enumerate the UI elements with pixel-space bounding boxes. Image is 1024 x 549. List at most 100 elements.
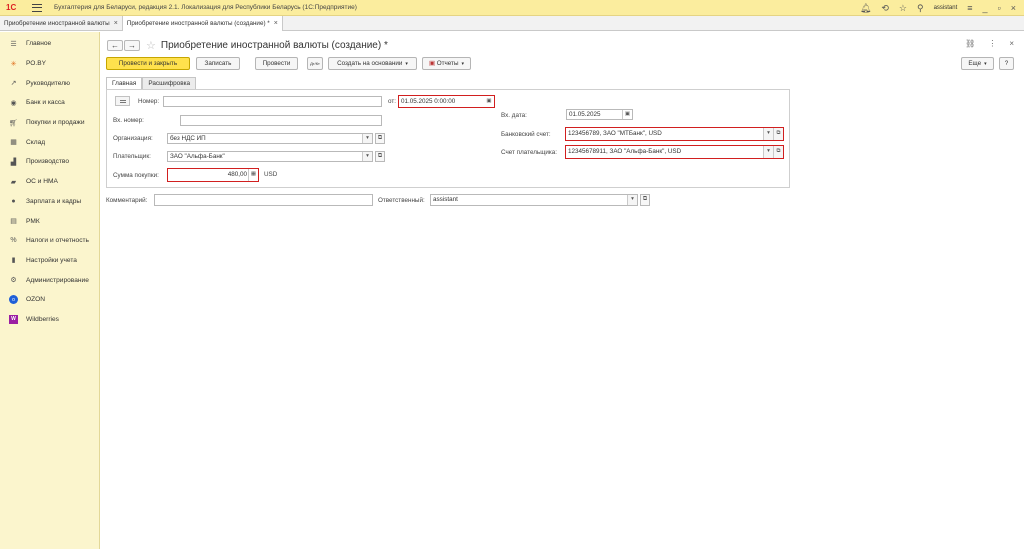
command-bar: Провести и закрыть Записать Провести Дт/…: [106, 57, 1016, 70]
open-organization-icon[interactable]: ⧉: [375, 133, 385, 144]
sidebar-item-taxes[interactable]: % Налоги и отчетность: [0, 231, 99, 251]
responsible-label: Ответственный:: [378, 197, 425, 204]
dropdown-icon[interactable]: ▾: [627, 195, 637, 205]
doc-tab-list[interactable]: Приобретение иностранной валюты ×: [0, 16, 123, 31]
open-responsible-icon[interactable]: ⧉: [640, 194, 650, 206]
chevron-down-icon: ▾: [984, 61, 987, 67]
calendar-icon[interactable]: ▣: [622, 110, 632, 119]
create-based-label: Создать на основании: [337, 60, 403, 67]
close-tab-icon[interactable]: ×: [114, 16, 118, 31]
menu-icon: ☰: [10, 40, 17, 48]
close-tab-icon[interactable]: ×: [274, 16, 278, 31]
sidebar-item-label: Wildberries: [26, 315, 59, 323]
sidebar-item-salary[interactable]: ● Зарплата и кадры: [0, 192, 99, 212]
tab-main[interactable]: Главная: [106, 77, 143, 89]
date-input[interactable]: 01.05.2025 0:00:00 ▣: [398, 95, 495, 108]
settings-menu-icon[interactable]: ≡: [967, 0, 972, 16]
dropdown-icon[interactable]: ▾: [763, 128, 773, 140]
bank-account-value: 123456789, ЗАО "МТБанк", USD: [568, 130, 662, 137]
sidebar-item-sales[interactable]: 🛒︎ Покупки и продажи: [0, 113, 99, 133]
amount-value: 480,00: [227, 171, 247, 178]
reports-button[interactable]: ▣ Отчеты ▾: [422, 57, 471, 70]
sidebar-item-settings[interactable]: ▮ Настройки учета: [0, 251, 99, 271]
more-label: Еще: [968, 60, 982, 67]
sidebar-item-production[interactable]: ▟ Производство: [0, 152, 99, 172]
help-button[interactable]: ?: [999, 57, 1014, 70]
sidebar-item-main[interactable]: ☰ Главное: [0, 34, 99, 54]
form-tabs: Главная Расшифровка: [106, 77, 197, 89]
sidebar-item-rmk[interactable]: ▤ РМК: [0, 211, 99, 231]
sidebar-item-label: РМК: [26, 217, 40, 225]
responsible-field[interactable]: assistant ▾: [430, 194, 638, 206]
dropdown-icon[interactable]: ▾: [362, 134, 372, 143]
back-button[interactable]: ←: [107, 39, 123, 51]
sidebar-item-ro-by[interactable]: ✳ РО.BY: [0, 54, 99, 74]
search-icon[interactable]: ⚲: [917, 0, 924, 16]
trend-icon: ↗: [10, 80, 17, 88]
sidebar-item-label: Склад: [26, 138, 46, 146]
organization-field[interactable]: без НДС ИП ▾: [167, 133, 373, 144]
history-icon[interactable]: ⟲: [881, 0, 889, 16]
dropdown-icon[interactable]: ▾: [362, 152, 372, 161]
comment-input[interactable]: [154, 194, 373, 206]
bank-icon: ◉: [10, 99, 17, 107]
person-icon: ●: [11, 197, 16, 205]
currency-label: USD: [264, 171, 278, 178]
in-number-input[interactable]: [180, 115, 382, 126]
payer-account-value: 12345678911, ЗАО "Альфа-Банк", USD: [568, 148, 682, 155]
link-icon[interactable]: ⛓: [965, 39, 975, 48]
main-menu-icon[interactable]: [32, 3, 42, 12]
responsible-value: assistant: [433, 196, 458, 203]
document-tabs: Приобретение иностранной валюты × Приобр…: [0, 16, 1024, 31]
doc-tab-label: Приобретение иностранной валюты (создани…: [126, 20, 270, 27]
sidebar-item-label: Настройки учета: [26, 256, 77, 264]
bank-account-field[interactable]: 123456789, ЗАО "МТБанк", USD ▾ ⧉: [565, 127, 784, 141]
payer-label: Плательщик:: [113, 153, 151, 160]
tab-details[interactable]: Расшифровка: [142, 77, 197, 89]
open-account-icon[interactable]: ⧉: [773, 128, 783, 140]
in-date-input[interactable]: 01.05.2025 ▣: [566, 109, 633, 120]
forward-button[interactable]: →: [124, 39, 140, 51]
chevron-down-icon: ▾: [405, 61, 408, 67]
restore-icon[interactable]: ▫: [998, 0, 1001, 16]
in-number-label: Вх. номер:: [113, 117, 144, 124]
sidebar-item-assets[interactable]: ▰ ОС и НМА: [0, 172, 99, 192]
sidebar-item-admin[interactable]: ⚙ Администрирование: [0, 270, 99, 290]
open-account-icon[interactable]: ⧉: [773, 146, 783, 158]
more-menu-icon[interactable]: ⋮: [988, 39, 996, 48]
memo-icon[interactable]: [115, 96, 130, 106]
create-based-on-button[interactable]: Создать на основании ▾: [328, 57, 417, 70]
post-and-close-button[interactable]: Провести и закрыть: [106, 57, 190, 70]
sidebar-item-bank[interactable]: ◉ Банк и касса: [0, 93, 99, 113]
bell-icon[interactable]: 🔔︎: [860, 0, 871, 16]
post-button[interactable]: Провести: [255, 57, 298, 70]
app-logo: 1C: [6, 2, 17, 12]
sidebar-item-label: Налоги и отчетность: [26, 237, 89, 245]
chevron-down-icon: ▾: [461, 61, 464, 67]
minimize-icon[interactable]: _: [983, 0, 988, 16]
payer-account-field[interactable]: 12345678911, ЗАО "Альфа-Банк", USD ▾ ⧉: [565, 145, 784, 159]
payer-account-label: Счет плательщика:: [501, 149, 558, 156]
save-button[interactable]: Записать: [196, 57, 240, 70]
sidebar-item-label: Главное: [26, 40, 52, 48]
favorite-star-icon[interactable]: ☆: [146, 39, 156, 52]
sidebar-item-manager[interactable]: ↗ Руководителю: [0, 73, 99, 93]
calendar-icon[interactable]: ▣: [484, 96, 494, 107]
amount-input[interactable]: 480,00 ▦: [167, 168, 259, 182]
more-button[interactable]: Еще ▾: [961, 57, 994, 70]
open-payer-icon[interactable]: ⧉: [375, 151, 385, 162]
number-input[interactable]: [163, 96, 382, 107]
dropdown-icon[interactable]: ▾: [763, 146, 773, 158]
close-window-icon[interactable]: ×: [1011, 0, 1016, 16]
sidebar-item-wildberries[interactable]: W Wildberries: [0, 310, 99, 330]
gear-icon: ⚙: [10, 277, 17, 285]
sidebar-item-ozon[interactable]: o OZON: [0, 290, 99, 310]
dt-kt-button[interactable]: Дт/Кт: [307, 57, 323, 70]
star-icon[interactable]: ☆: [899, 0, 907, 16]
doc-tab-create[interactable]: Приобретение иностранной валюты (создани…: [122, 16, 283, 31]
payer-field[interactable]: ЗАО "Альфа-Банк" ▾: [167, 151, 373, 162]
user-name[interactable]: assistant: [934, 5, 958, 11]
calculator-icon[interactable]: ▦: [248, 169, 258, 181]
sidebar-item-warehouse[interactable]: ▦ Склад: [0, 132, 99, 152]
close-form-icon[interactable]: ×: [1009, 39, 1014, 48]
